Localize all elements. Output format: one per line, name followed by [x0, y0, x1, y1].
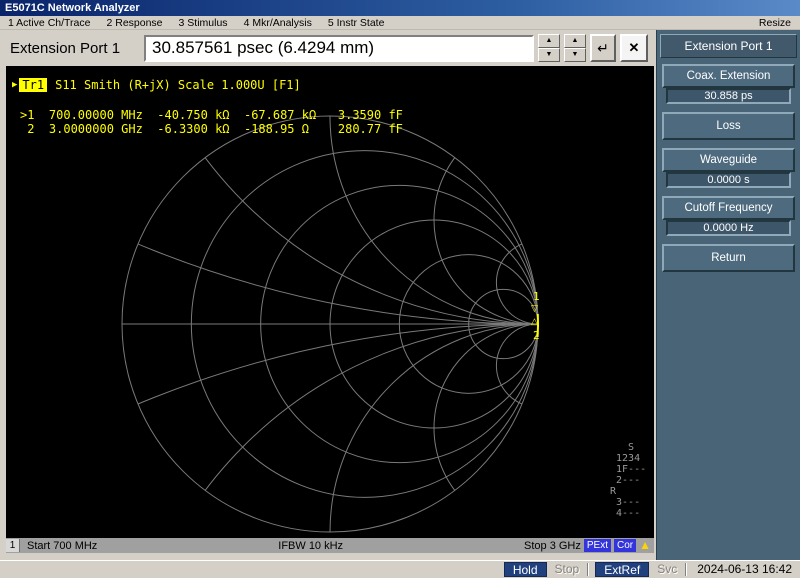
- coax-extension-value: 30.858 ps: [666, 88, 791, 104]
- softkey-menu-title: Extension Port 1: [660, 34, 797, 58]
- softkey-menu: Extension Port 1 Coax. Extension 30.858 …: [656, 30, 800, 560]
- extension-value-input[interactable]: [144, 34, 534, 62]
- trace-name-badge[interactable]: Tr1: [19, 78, 48, 92]
- channel-status-bar: 1 Start 700 MHz IFBW 10 kHz Stop 3 GHz P…: [6, 538, 654, 553]
- window-title: E5071C Network Analyzer: [5, 2, 140, 14]
- menu-response[interactable]: 2 Response: [98, 17, 170, 29]
- trace-status-line: 1234: [610, 453, 641, 464]
- separator: [685, 562, 688, 576]
- coax-extension-button[interactable]: Coax. Extension: [662, 64, 795, 88]
- marker-readouts: >1 700.00000 MHz -40.750 kΩ -67.687 kΩ 3…: [20, 108, 403, 136]
- menu-stimulus[interactable]: 3 Stimulus: [171, 17, 236, 29]
- separator: [587, 562, 590, 576]
- menu-mkr-analysis[interactable]: 4 Mkr/Analysis: [236, 17, 320, 29]
- loss-button[interactable]: Loss: [662, 112, 795, 140]
- active-trace-arrow-icon: ▶: [12, 80, 18, 90]
- menu-active-ch-trace[interactable]: 1 Active Ch/Trace: [0, 17, 98, 29]
- spinner-fine: ▲ ▼: [564, 34, 586, 62]
- marker1-triangle-icon[interactable]: ▽: [531, 303, 538, 314]
- trace-title-row: ▶ Tr1 S11 Smith (R+jX) Scale 1.000U [F1]: [12, 78, 301, 92]
- cutoff-frequency-button[interactable]: Cutoff Frequency: [662, 196, 795, 220]
- hold-indicator: Hold: [503, 561, 547, 577]
- spin-up-coarse-button[interactable]: ▲: [538, 34, 560, 48]
- enter-button[interactable]: ↵: [590, 34, 616, 62]
- cor-badge: Cor: [614, 539, 637, 552]
- start-frequency: Start 700 MHz: [27, 539, 98, 552]
- trace-status-line: 1F---: [610, 464, 647, 475]
- entry-toolbar: Extension Port 1 ▲ ▼ ▲ ▼ ↵ ✕: [0, 30, 656, 66]
- spin-down-fine-button[interactable]: ▼: [564, 48, 586, 62]
- entry-label: Extension Port 1: [10, 39, 121, 57]
- stop-frequency: Stop 3 GHz: [524, 539, 581, 552]
- svc-indicator: Svc: [657, 562, 678, 576]
- pext-badge: PExt: [583, 539, 611, 552]
- marker1-label: 1: [533, 290, 540, 303]
- menu-resize[interactable]: Resize: [750, 17, 800, 29]
- marker2-triangle-icon[interactable]: △: [531, 316, 538, 327]
- trace-status-line: R: [610, 486, 617, 497]
- trace-status-line: 2---: [610, 475, 641, 486]
- trace-status-line: 3---: [610, 497, 641, 508]
- smith-chart: [121, 115, 540, 533]
- title-bar: E5071C Network Analyzer: [0, 0, 800, 16]
- warning-triangle-icon: ▲: [639, 538, 652, 552]
- ifbw-readout: IFBW 10 kHz: [278, 539, 344, 552]
- channel-number: 1: [6, 539, 20, 552]
- spin-down-coarse-button[interactable]: ▼: [538, 48, 560, 62]
- marker1-readout: >1 700.00000 MHz -40.750 kΩ -67.687 kΩ 3…: [20, 108, 403, 122]
- cutoff-frequency-value: 0.0000 Hz: [666, 220, 791, 236]
- waveguide-button[interactable]: Waveguide: [662, 148, 795, 172]
- spin-up-fine-button[interactable]: ▲: [564, 34, 586, 48]
- stop-indicator: Stop: [554, 562, 580, 576]
- trace-status-line: S: [610, 442, 635, 453]
- plot-area: ▶ Tr1 S11 Smith (R+jX) Scale 1.000U [F1]…: [6, 66, 654, 553]
- extref-indicator: ExtRef: [595, 561, 650, 577]
- marker2-label: 2: [533, 329, 540, 342]
- trace-scale-status: S 1234 1F--- 2--- R 3--- 4---: [610, 442, 646, 519]
- close-entry-button[interactable]: ✕: [620, 34, 648, 62]
- trace-format-title: S11 Smith (R+jX) Scale 1.000U [F1]: [55, 78, 301, 92]
- status-bar: Hold Stop ExtRef Svc 2024-06-13 16:42: [0, 560, 800, 577]
- menu-instr-state[interactable]: 5 Instr State: [320, 17, 393, 29]
- menu-bar: 1 Active Ch/Trace 2 Response 3 Stimulus …: [0, 16, 800, 30]
- datetime: 2024-06-13 16:42: [697, 562, 792, 576]
- spinner-coarse: ▲ ▼: [538, 34, 560, 62]
- trace-status-line: 4---: [610, 508, 641, 519]
- return-button[interactable]: Return: [662, 244, 795, 272]
- waveguide-value: 0.0000 s: [666, 172, 791, 188]
- marker2-readout: 2 3.0000000 GHz -6.3300 kΩ -188.95 Ω 280…: [20, 122, 403, 136]
